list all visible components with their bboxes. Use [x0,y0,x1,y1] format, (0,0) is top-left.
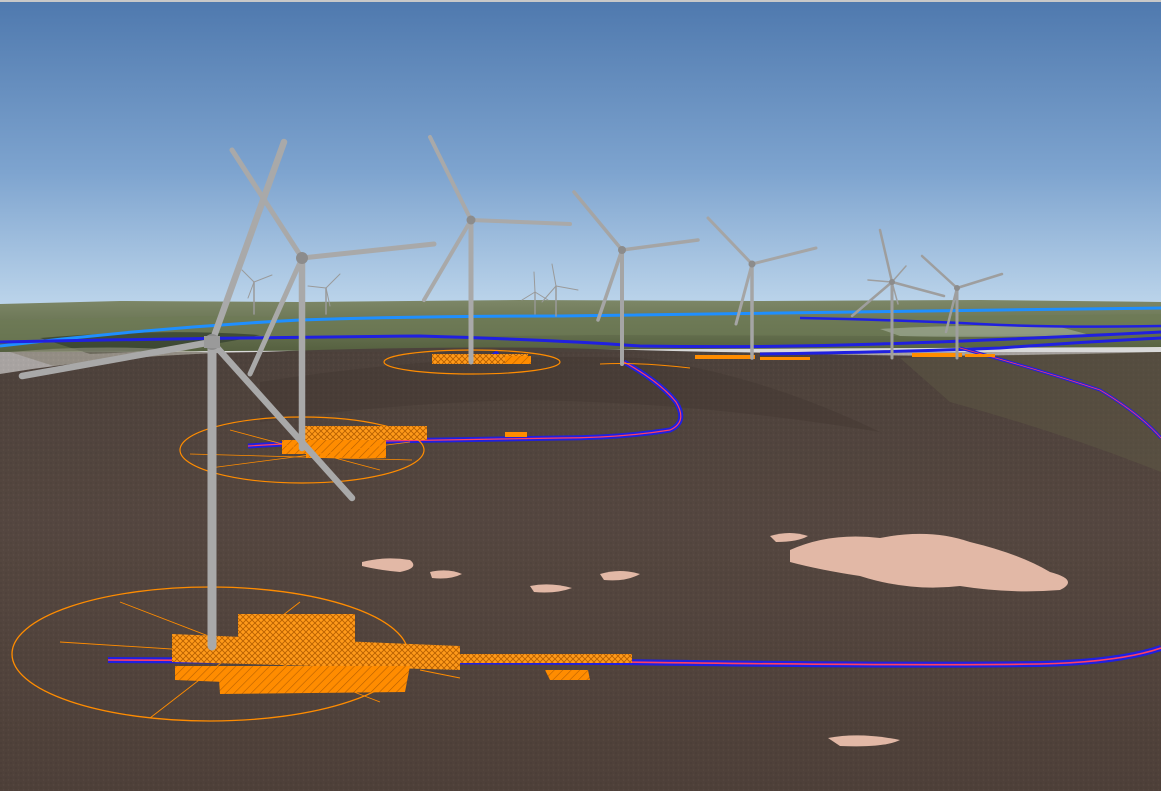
map-viewport[interactable] [0,0,1161,791]
terrain-3d-scene[interactable] [0,2,1161,791]
sky [0,2,1161,312]
